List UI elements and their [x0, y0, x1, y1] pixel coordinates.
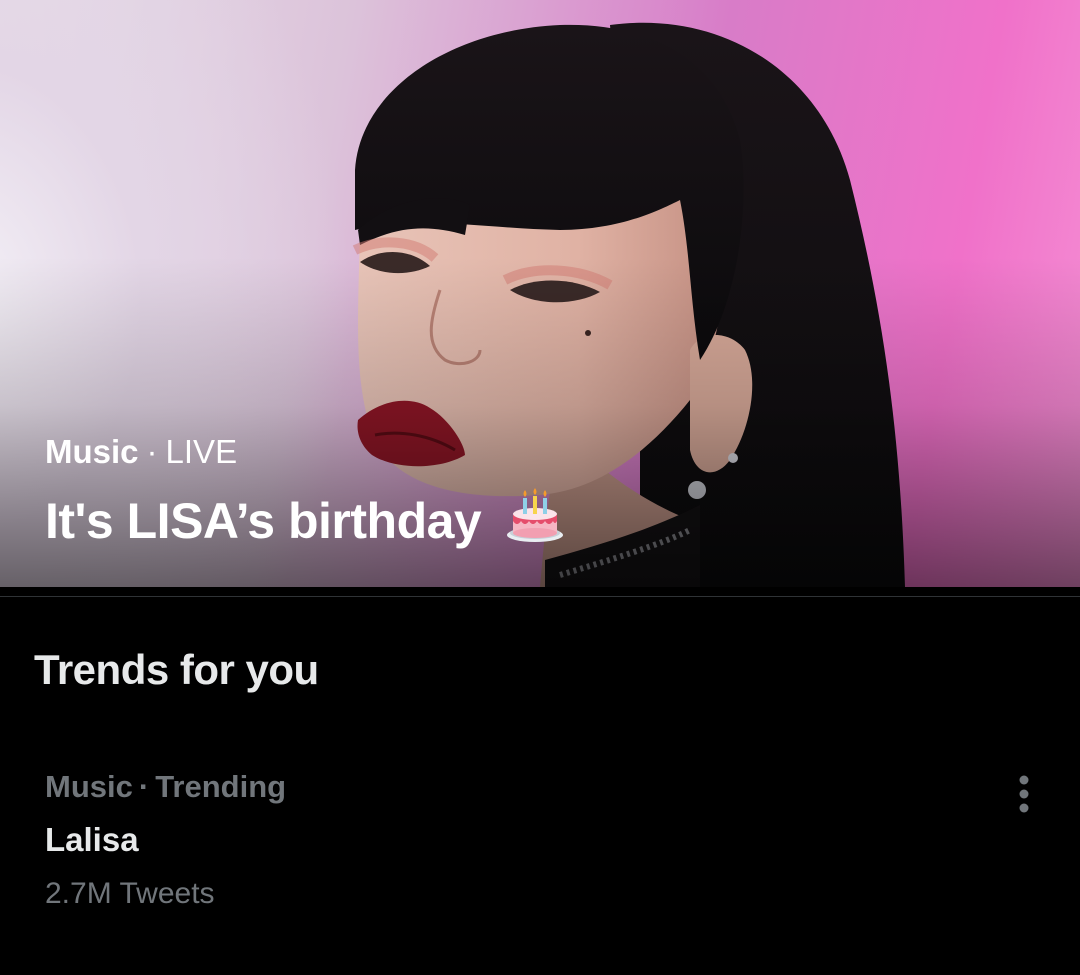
featured-event-card[interactable]: Music · LIVE It's LISA’s birthday	[0, 0, 1080, 587]
more-vertical-icon	[1019, 775, 1029, 813]
event-title: It's LISA’s birthday	[45, 484, 565, 559]
trend-status: Trending	[155, 769, 287, 804]
event-title-text: It's LISA’s birthday	[45, 493, 482, 549]
event-category: Music	[45, 433, 139, 470]
trends-heading: Trends for you	[34, 646, 319, 693]
trend-context: Music · Trending	[45, 768, 286, 806]
trend-name: Lalisa	[45, 821, 139, 858]
trend-tweet-count: 2.7M Tweets	[45, 877, 215, 910]
section-divider	[0, 596, 1080, 597]
trend-item[interactable]: Music · Trending Lalisa 2.7M Tweets	[0, 750, 1080, 925]
event-status: LIVE	[165, 433, 238, 470]
trend-category: Music	[45, 769, 133, 804]
event-meta-separator: ·	[146, 433, 158, 470]
trend-context-separator: ·	[138, 769, 150, 804]
trend-more-button[interactable]	[1000, 770, 1048, 818]
explore-page: Music · LIVE It's LISA’s birthday Trends…	[0, 0, 1080, 975]
birthday-cake-icon	[505, 484, 565, 559]
event-meta: Music · LIVE	[45, 432, 237, 472]
